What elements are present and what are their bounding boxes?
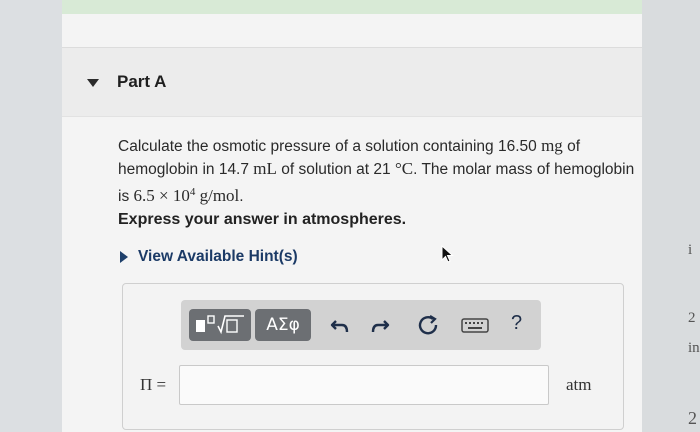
math-toolbar: ΑΣφ ? bbox=[181, 300, 541, 350]
temperature-unit: °C bbox=[394, 159, 414, 178]
edge-text-1: i bbox=[688, 242, 693, 258]
caret-right-icon bbox=[120, 251, 128, 263]
molar-mass-unit: g/mol bbox=[195, 186, 240, 206]
mass-unit: mg bbox=[541, 136, 563, 155]
templates-button[interactable] bbox=[189, 309, 251, 341]
right-gutter bbox=[642, 0, 700, 432]
edge-text-3: in bbox=[688, 340, 700, 356]
top-banner bbox=[62, 0, 642, 15]
question-seg1: Calculate the osmotic pressure of a solu… bbox=[118, 138, 542, 155]
help-icon[interactable]: ? bbox=[511, 312, 522, 335]
answer-input[interactable] bbox=[179, 365, 549, 405]
part-title: Part A bbox=[117, 72, 167, 91]
keyboard-icon[interactable] bbox=[461, 314, 489, 336]
greek-symbols-button[interactable]: ΑΣφ bbox=[255, 309, 311, 341]
instruction-text: Express your answer in atmospheres. bbox=[118, 211, 407, 228]
templates-icon bbox=[196, 315, 244, 335]
undo-icon[interactable] bbox=[329, 314, 351, 336]
question-seg5: . bbox=[239, 188, 244, 206]
volume-unit: mL bbox=[253, 159, 277, 178]
molar-mass-base: 6.5 × 10 bbox=[133, 186, 190, 206]
unit-label: atm bbox=[566, 375, 592, 394]
question-seg3: of solution at 21 bbox=[276, 161, 395, 178]
hint-label: View Available Hint(s) bbox=[138, 248, 298, 265]
mouse-cursor-icon bbox=[441, 245, 454, 263]
edge-text-2: 2 bbox=[688, 310, 696, 326]
redo-icon[interactable] bbox=[369, 314, 391, 336]
variable-label: Π = bbox=[140, 375, 167, 394]
edge-text-4: 2 bbox=[688, 408, 697, 428]
question-text: Calculate the osmotic pressure of a solu… bbox=[118, 135, 638, 208]
reset-icon[interactable] bbox=[417, 314, 439, 336]
view-hints-link[interactable]: View Available Hint(s) bbox=[120, 248, 298, 266]
collapse-caret-icon[interactable] bbox=[87, 79, 99, 87]
